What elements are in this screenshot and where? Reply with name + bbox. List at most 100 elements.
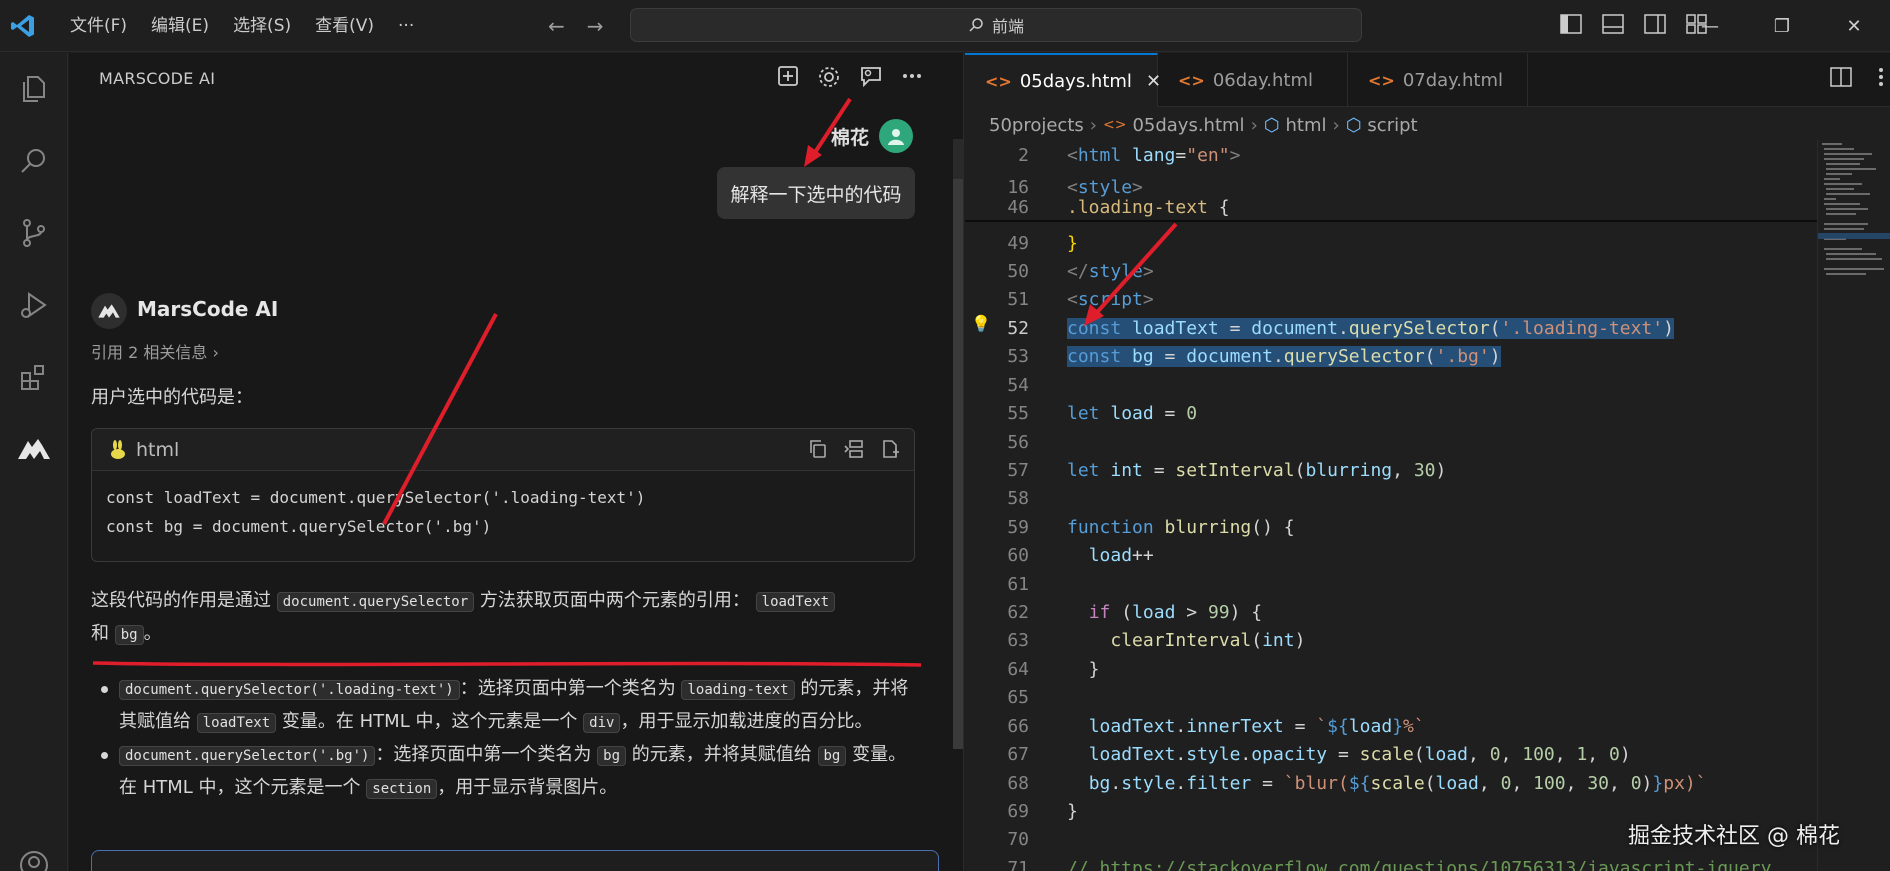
tab-05days[interactable]: <> 05days.html ✕ — [965, 53, 1161, 107]
panel-toolbar — [777, 65, 923, 89]
inline-code: document.querySelector('.bg') — [119, 746, 376, 766]
menu-edit[interactable]: 编辑(E) — [139, 0, 221, 52]
run-debug-icon[interactable] — [12, 283, 56, 327]
line-number: 46 — [1007, 196, 1029, 218]
editor-actions — [1830, 67, 1884, 87]
back-arrow-icon[interactable]: ← — [548, 14, 565, 38]
list-item: document.querySelector('.loading-text')：… — [91, 673, 921, 739]
toggle-panel-icon[interactable] — [1602, 14, 1624, 34]
toggle-secondary-sidebar-icon[interactable] — [1644, 14, 1666, 34]
answer-text: 和 — [91, 623, 109, 644]
marscode-ai-logo-icon — [91, 293, 127, 329]
account-icon[interactable] — [12, 843, 56, 871]
answer-paragraph: 这段代码的作用是通过 document.querySelector 方法获取页面… — [91, 585, 921, 651]
menu-more[interactable]: ··· — [386, 0, 426, 52]
line-number: 70 — [1007, 828, 1029, 850]
split-editor-icon[interactable] — [1830, 67, 1852, 87]
breadcrumb-file[interactable]: 05days.html — [1132, 115, 1244, 136]
settings-gear-icon[interactable] — [817, 65, 841, 89]
more-actions-icon[interactable] — [901, 65, 923, 87]
new-file-icon[interactable] — [880, 439, 900, 459]
code-line: 66 loadText.innerText = `${load}%` — [965, 712, 1817, 740]
citation-link[interactable]: 引用 2 相关信息 › — [91, 339, 219, 363]
window-controls: — ❐ ✕ — [1674, 0, 1890, 52]
search-icon — [969, 18, 983, 32]
new-chat-icon[interactable] — [777, 65, 799, 87]
menu-selection[interactable]: 选择(S) — [221, 0, 303, 52]
breadcrumb-symbol[interactable]: html — [1285, 115, 1326, 136]
toggle-primary-sidebar-icon[interactable] — [1560, 14, 1582, 34]
html-file-icon: <> — [1368, 70, 1395, 90]
menu-view[interactable]: 查看(V) — [303, 0, 386, 52]
code-editor[interactable]: 2 <html lang="en"> 16 <style> 46 .loading-t… — [965, 139, 1817, 871]
search-icon[interactable] — [12, 139, 56, 183]
code-line: 64 } — [965, 655, 1817, 683]
ai-assistant-name: MarsCode AI — [137, 297, 279, 321]
answer-intro: 用户选中的代码是： — [91, 387, 253, 408]
code-line: 46 .loading-text { — [965, 193, 1817, 221]
vscode-logo-icon — [0, 0, 46, 52]
tab-06day[interactable]: <> 06day.html — [1158, 53, 1348, 107]
inline-code: loadText — [755, 592, 836, 612]
more-actions-icon[interactable] — [1878, 67, 1884, 87]
code-line: 65 — [965, 683, 1817, 711]
line-number: 59 — [1007, 516, 1029, 538]
minimap[interactable] — [1817, 139, 1890, 871]
user-avatar-icon — [879, 119, 913, 153]
forward-arrow-icon[interactable]: → — [587, 14, 604, 38]
code-line: 57 let int = setInterval(blurring, 30) — [965, 456, 1817, 484]
inline-code: document.querySelector('.loading-text') — [119, 680, 460, 700]
tab-07day[interactable]: <> 07day.html — [1348, 53, 1528, 107]
marscode-icon[interactable] — [12, 427, 56, 471]
html-rabbit-icon — [111, 439, 125, 459]
inline-code: section — [366, 779, 438, 799]
scrollbar-thumb[interactable] — [953, 179, 963, 749]
command-center-search[interactable]: 前端 — [630, 8, 1362, 42]
line-number: 53 — [1007, 345, 1029, 367]
chevron-right-icon: › — [1250, 114, 1258, 136]
source-control-icon[interactable] — [12, 211, 56, 255]
code-line: 54 — [965, 371, 1817, 399]
copy-icon[interactable] — [808, 439, 828, 459]
title-bar: 文件(F) 编辑(E) 选择(S) 查看(V) ··· ← → 前端 — ❐ ✕ — [0, 0, 1890, 52]
user-name: 棉花 — [831, 127, 870, 149]
menu-bar: 文件(F) 编辑(E) 选择(S) 查看(V) ··· — [58, 0, 426, 52]
panel-title: MARSCODE AI — [99, 69, 216, 88]
menu-file[interactable]: 文件(F) — [58, 0, 139, 52]
minimize-icon[interactable]: — — [1674, 0, 1746, 52]
symbol-icon: ⬡ — [1345, 114, 1362, 136]
inline-code: document.querySelector — [276, 592, 475, 612]
answer-text: ，用于显示加载进度的百分比。 — [620, 711, 873, 732]
code-snippet: html const loadText = document.querySele… — [91, 428, 915, 562]
chevron-right-icon: › — [1089, 114, 1097, 136]
extensions-icon[interactable] — [12, 355, 56, 399]
feedback-icon[interactable] — [859, 65, 883, 87]
marscode-ai-panel: MARSCODE AI 棉花 解释一下选中的代码 MarsCode AI 引用 … — [69, 53, 964, 871]
line-number: 67 — [1007, 743, 1029, 765]
code-line: 55 let load = 0 — [965, 399, 1817, 427]
close-icon[interactable]: ✕ — [1818, 0, 1890, 52]
tab-label: 05days.html — [1019, 70, 1132, 92]
line-number: 60 — [1007, 544, 1029, 566]
line-number: 65 — [1007, 686, 1029, 708]
breadcrumb-symbol[interactable]: script — [1367, 115, 1417, 136]
code-line: 68 bg.style.filter = `blur(${scale(load,… — [965, 769, 1817, 797]
lightbulb-icon[interactable]: 💡 — [971, 314, 991, 333]
insert-code-icon[interactable] — [844, 439, 864, 459]
line-number: 61 — [1007, 573, 1029, 595]
chat-input-box[interactable] — [91, 850, 939, 871]
breadcrumb-folder[interactable]: 50projects — [989, 115, 1084, 136]
answer-text: 变量。在 HTML 中，这个元素是一个 — [281, 711, 578, 732]
code-snippet-line: const bg = document.querySelector('.bg') — [106, 517, 492, 536]
nav-arrows: ← → — [548, 14, 604, 38]
activity-bar — [0, 53, 68, 871]
line-number: 58 — [1007, 487, 1029, 509]
line-number: 56 — [1007, 431, 1029, 453]
code-line: 49} — [965, 229, 1817, 257]
restore-icon[interactable]: ❐ — [1746, 0, 1818, 52]
code-line: 63 clearInterval(int) — [965, 626, 1817, 654]
answer-bullet-list: document.querySelector('.loading-text')：… — [91, 673, 921, 805]
answer-text: 这段代码的作用是通过 — [91, 590, 271, 611]
explorer-icon[interactable] — [12, 67, 56, 111]
answer-text: 的元素，并将其赋值给 — [631, 744, 812, 765]
